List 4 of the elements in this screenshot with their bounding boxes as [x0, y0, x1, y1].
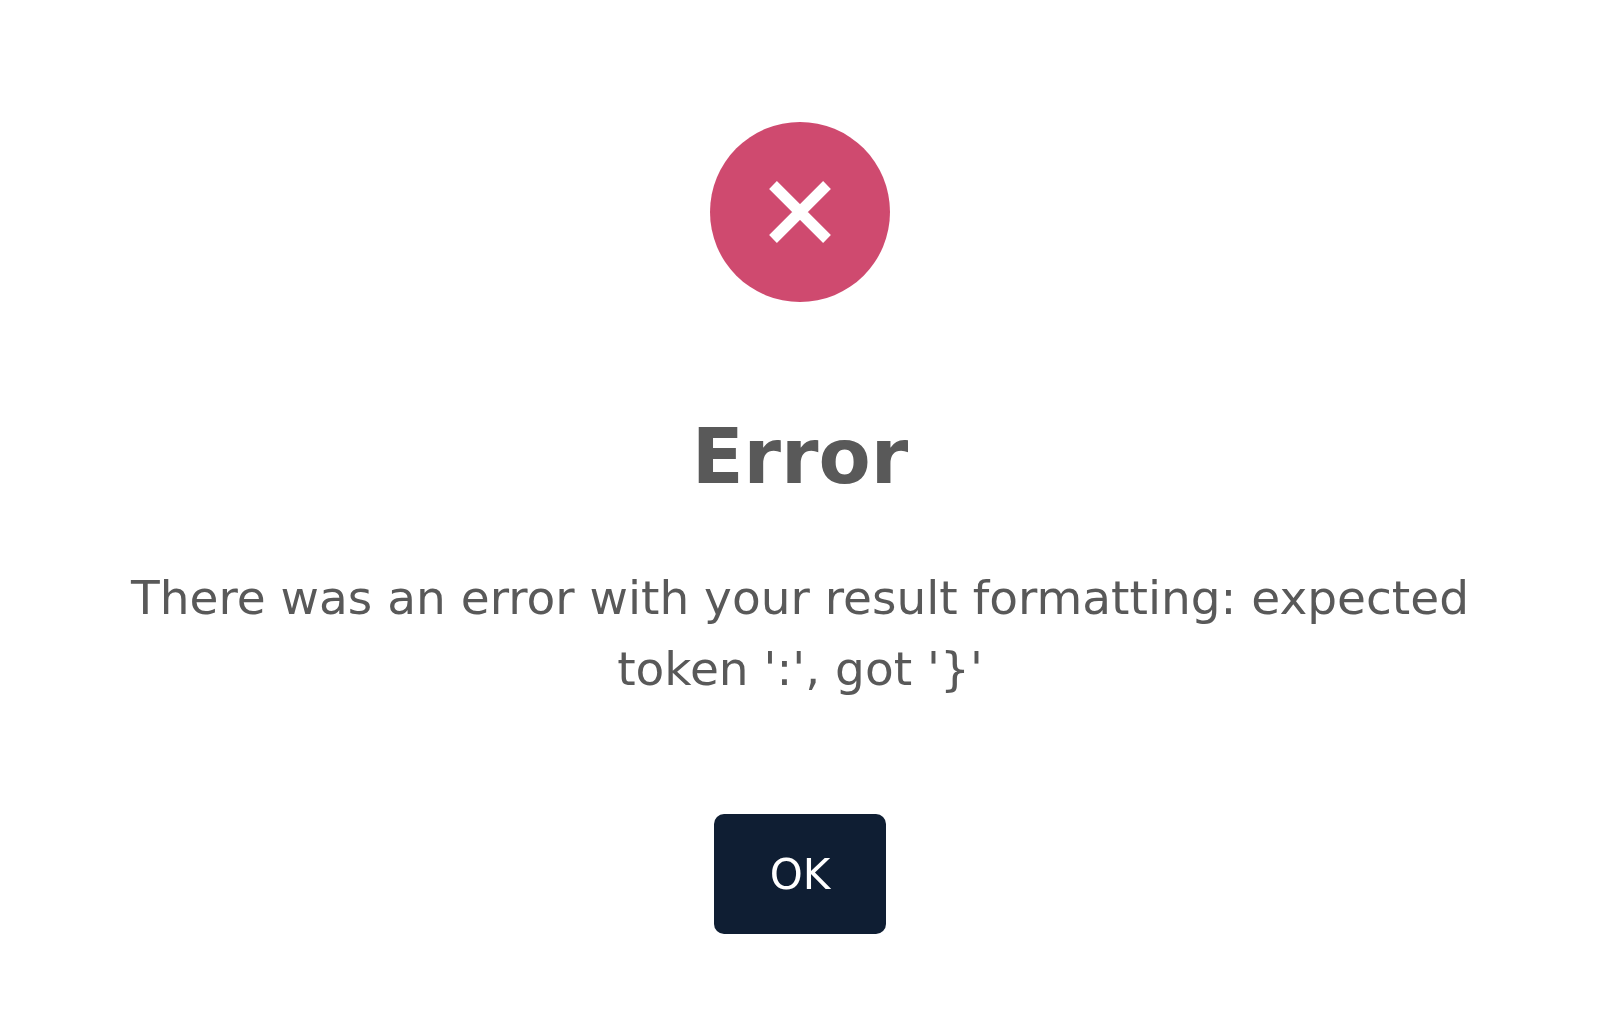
- error-icon: [710, 122, 890, 302]
- dialog-title: Error: [691, 412, 909, 502]
- ok-button[interactable]: OK: [714, 814, 886, 934]
- error-message: There was an error with your result formatting: expected token ':', got '}': [130, 569, 1470, 698]
